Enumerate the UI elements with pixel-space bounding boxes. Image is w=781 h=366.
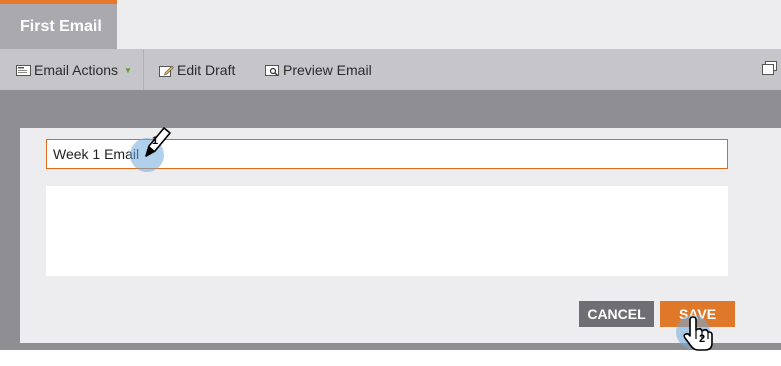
step-1-number: 1 (152, 135, 159, 147)
tab-label: First Email (20, 18, 102, 35)
chevron-down-icon: ▼ (124, 65, 132, 75)
toolbar-divider (143, 49, 144, 90)
email-actions-icon (16, 64, 31, 77)
email-description-field[interactable] (46, 186, 728, 276)
cancel-button[interactable]: CANCEL (579, 301, 654, 327)
page-bottom (0, 350, 781, 366)
window-icon[interactable] (762, 61, 777, 75)
email-actions-label: Email Actions (34, 62, 119, 78)
tab-bar: First Email (0, 0, 781, 49)
email-actions-menu[interactable]: Email Actions ▼ (16, 60, 132, 80)
step-2-number: 2 (699, 333, 706, 345)
tab-first-email[interactable]: First Email (0, 0, 117, 49)
preview-email-label: Preview Email (283, 62, 372, 78)
edit-draft-button[interactable]: Edit Draft (159, 60, 235, 80)
preview-email-icon (265, 64, 280, 77)
toolbar: Email Actions ▼ Edit Draft Preview Email (0, 49, 781, 90)
edit-draft-icon (159, 64, 174, 77)
edit-draft-label: Edit Draft (177, 62, 236, 78)
preview-email-button[interactable]: Preview Email (265, 60, 372, 80)
